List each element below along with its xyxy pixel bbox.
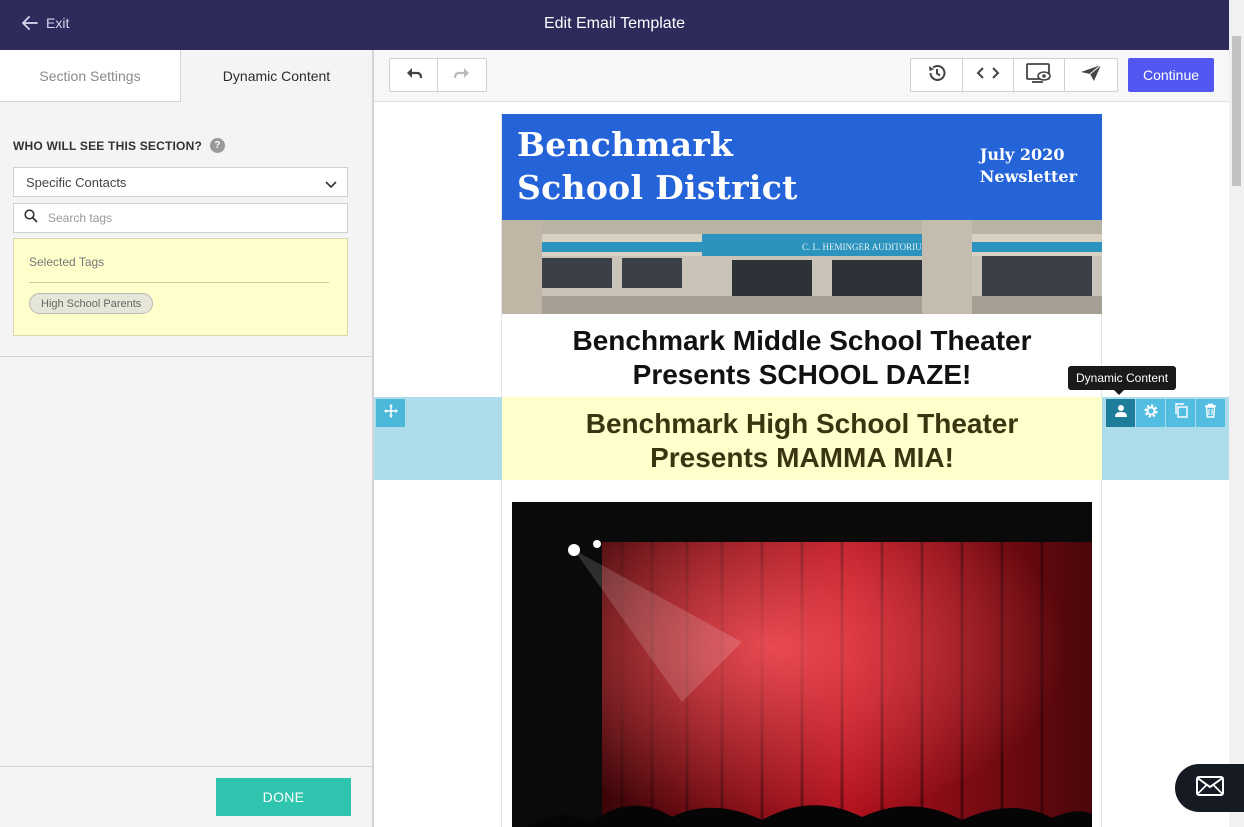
search-tags-input[interactable] <box>48 211 328 225</box>
envelope-icon <box>1195 775 1224 801</box>
audience-heading-label: WHO WILL SEE THIS SECTION? <box>13 138 202 153</box>
district-line-1: Benchmark <box>517 125 734 164</box>
panel-tabs: Section Settings Dynamic Content <box>0 50 372 102</box>
divider <box>0 356 372 357</box>
dynamic-content-tooltip: Dynamic Content <box>1068 366 1177 395</box>
theater-curtain-image[interactable] <box>512 502 1092 827</box>
top-bar: Exit Edit Email Template <box>0 0 1229 50</box>
dynamic-section-row[interactable]: Benchmark High School Theater Presents M… <box>374 397 1229 480</box>
ms-line-2: Presents SCHOOL DAZE! <box>632 359 972 390</box>
history-button[interactable] <box>911 59 963 91</box>
chevron-down-icon <box>325 177 337 192</box>
tab-dynamic-content[interactable]: Dynamic Content <box>181 50 372 102</box>
email-canvas: Benchmark School District July 2020 News… <box>374 102 1229 827</box>
copy-icon <box>1174 403 1188 423</box>
school-building-image[interactable]: C. L. HEMINGER AUDITORIUM <box>502 220 1102 314</box>
redo-icon <box>453 66 471 85</box>
trash-icon <box>1204 403 1217 423</box>
date-line-2: Newsletter <box>979 167 1077 186</box>
dynamic-content-block[interactable]: Benchmark High School Theater Presents M… <box>502 397 1102 480</box>
undo-icon <box>405 66 423 85</box>
divider <box>29 282 329 283</box>
audience-select-value: Specific Contacts <box>26 174 127 190</box>
district-title: Benchmark School District <box>517 123 798 209</box>
tag-chip[interactable]: High School Parents <box>29 293 154 314</box>
code-button[interactable] <box>963 59 1014 91</box>
delete-button[interactable] <box>1196 399 1225 427</box>
audience-heading: WHO WILL SEE THIS SECTION? ? <box>13 138 225 153</box>
page-scrollbar[interactable] <box>1229 0 1244 827</box>
help-icon[interactable]: ? <box>209 138 225 153</box>
hs-line-1: Benchmark High School Theater <box>585 408 1019 439</box>
tab-section-settings[interactable]: Section Settings <box>0 50 181 102</box>
hs-line-2: Presents MAMMA MIA! <box>650 442 954 473</box>
search-icon <box>14 208 38 228</box>
duplicate-button[interactable] <box>1166 399 1195 427</box>
preview-icon <box>1026 62 1052 88</box>
send-test-button[interactable] <box>1065 59 1117 91</box>
ms-line-1: Benchmark Middle School Theater <box>572 325 1032 356</box>
divider <box>0 766 372 767</box>
audience-select[interactable]: Specific Contacts <box>13 167 348 197</box>
done-button[interactable]: DONE <box>216 778 351 816</box>
continue-button[interactable]: Continue <box>1128 58 1214 92</box>
section-settings-button[interactable] <box>1136 399 1165 427</box>
newsletter-date: July 2020 Newsletter <box>980 144 1077 188</box>
preview-button[interactable] <box>1014 59 1065 91</box>
building-sign: C. L. HEMINGER AUDITORIUM <box>802 242 930 252</box>
send-icon <box>1080 64 1102 87</box>
district-line-2: School District <box>517 168 798 207</box>
user-icon <box>1114 404 1128 423</box>
tag-search <box>13 203 348 233</box>
scrollbar-thumb[interactable] <box>1232 36 1241 186</box>
high-school-heading: Benchmark High School Theater Presents M… <box>502 407 1102 475</box>
support-mail-button[interactable] <box>1175 764 1244 812</box>
dynamic-content-button[interactable] <box>1106 399 1135 427</box>
section-actions <box>1106 399 1225 427</box>
selected-tags-box: Selected Tags High School Parents <box>13 238 348 336</box>
middle-school-heading[interactable]: Benchmark Middle School Theater Presents… <box>502 324 1102 392</box>
date-line-1: July 2020 <box>979 145 1065 164</box>
undo-button[interactable] <box>390 59 438 91</box>
history-icon <box>927 63 947 88</box>
move-icon <box>383 403 398 423</box>
page-title: Edit Email Template <box>543 15 686 32</box>
selected-tags-label: Selected Tags <box>29 255 105 269</box>
undo-redo-group <box>389 58 487 92</box>
settings-panel: Section Settings Dynamic Content WHO WIL… <box>0 50 374 827</box>
tools-group <box>910 58 1118 92</box>
redo-button[interactable] <box>438 59 486 91</box>
code-icon <box>976 66 1000 85</box>
editor-toolbar: Continue <box>374 50 1229 102</box>
email-header[interactable]: Benchmark School District July 2020 News… <box>502 114 1102 220</box>
gear-icon <box>1143 403 1159 424</box>
move-handle[interactable] <box>376 399 405 427</box>
